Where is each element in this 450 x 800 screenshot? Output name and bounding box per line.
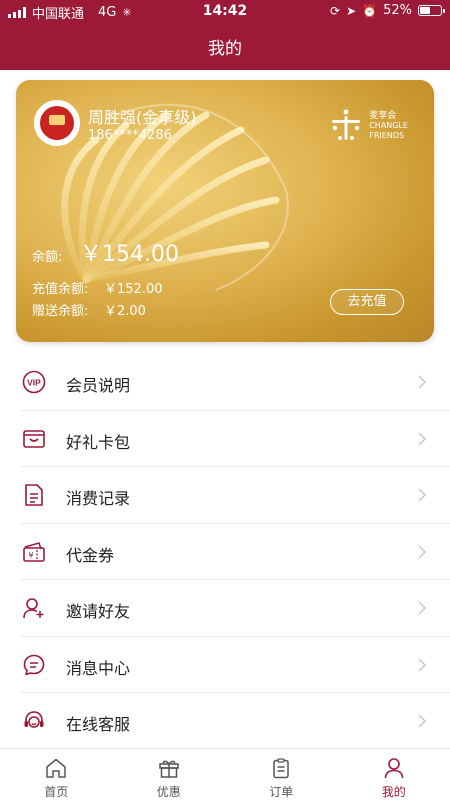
menu-list: VIP 会员说明 好礼卡包 消费记录 ¥ 代金券 邀请好友 消息中心 在线客服 <box>0 354 450 750</box>
avatar[interactable] <box>34 100 80 146</box>
member-card[interactable]: 周胜强(金享级) 186****4286 麦享会 CHANGLE FRIENDS… <box>16 80 434 342</box>
menu-item-label: 代金券 <box>66 545 115 565</box>
rotation-lock-icon: ⟳ <box>330 3 341 18</box>
tab-home[interactable]: 首页 <box>0 749 113 800</box>
menu-item-invite-friends[interactable]: 邀请好友 <box>20 580 450 637</box>
user-icon <box>384 758 404 779</box>
recharge-balance-value: ￥152.00 <box>104 282 163 297</box>
menu-item-vouchers[interactable]: ¥ 代金券 <box>20 524 450 580</box>
balance-label: 余额: <box>32 250 63 265</box>
tab-label: 首页 <box>44 785 69 799</box>
message-icon <box>23 654 45 675</box>
bottom-tab-bar: 首页 优惠 订单 我的 <box>0 748 450 800</box>
menu-item-label: 好礼卡包 <box>66 432 131 452</box>
battery-percent: 52% <box>383 3 412 18</box>
brand-en-2: FRIENDS <box>369 131 405 140</box>
gift-icon <box>159 760 179 778</box>
add-user-icon <box>23 598 44 619</box>
chevron-right-icon <box>418 544 427 559</box>
gift-balance-value: ￥2.00 <box>104 304 146 319</box>
chevron-right-icon <box>418 601 427 615</box>
menu-item-message-center[interactable]: 消息中心 <box>20 637 450 693</box>
clipboard-icon <box>273 758 289 779</box>
battery-icon <box>418 5 445 16</box>
chevron-right-icon <box>418 714 427 728</box>
alarm-icon: ⏰ <box>362 3 378 18</box>
recharge-button[interactable]: 去充值 <box>330 289 404 315</box>
tab-label: 优惠 <box>156 785 181 799</box>
document-icon <box>25 484 43 506</box>
gift-balance-label: 赠送余额: <box>32 304 89 319</box>
voucher-icon: ¥ <box>23 541 45 562</box>
brand-en-1: CHANGLE <box>369 121 408 130</box>
menu-item-vip[interactable]: VIP 会员说明 <box>20 354 450 411</box>
top-bar: 中国联通 4G ✳ 14:42 ⟳ ➤ ⏰ 52% 我的 <box>0 0 450 70</box>
menu-item-consumption-records[interactable]: 消费记录 <box>20 467 450 524</box>
status-bar: 中国联通 4G ✳ 14:42 ⟳ ➤ ⏰ 52% <box>0 0 450 22</box>
chevron-right-icon <box>418 488 427 502</box>
location-icon: ➤ <box>346 3 357 18</box>
menu-item-online-service[interactable]: 在线客服 <box>20 693 450 750</box>
chevron-right-icon <box>418 657 427 672</box>
tab-label: 我的 <box>381 785 406 799</box>
wallet-icon <box>23 429 45 448</box>
customer-service-icon <box>24 711 44 728</box>
balance-value: ￥154.00 <box>80 242 179 267</box>
page-title: 我的 <box>208 39 242 59</box>
tab-orders[interactable]: 订单 <box>225 749 338 800</box>
brand-logo: 麦享会 CHANGLE FRIENDS <box>329 108 408 144</box>
brand-logo-icon <box>332 109 361 140</box>
tab-label: 订单 <box>269 785 294 799</box>
menu-item-label: 消息中心 <box>66 658 131 678</box>
menu-item-label: 在线客服 <box>66 715 131 734</box>
home-icon <box>46 758 66 778</box>
menu-item-label: 会员说明 <box>66 376 131 395</box>
svg-text:¥: ¥ <box>28 551 33 560</box>
tab-mine[interactable]: 我的 <box>338 749 450 800</box>
user-phone: 186****4286 <box>88 128 172 143</box>
tab-offers[interactable]: 优惠 <box>113 749 226 800</box>
menu-item-label: 邀请好友 <box>66 602 131 621</box>
vip-icon: VIP <box>22 370 46 394</box>
user-name: 周胜强(金享级) <box>88 108 197 127</box>
svg-text:VIP: VIP <box>27 378 41 388</box>
menu-item-gift-cards[interactable]: 好礼卡包 <box>20 411 450 467</box>
chevron-right-icon <box>418 375 427 389</box>
menu-item-label: 消费记录 <box>66 489 131 508</box>
recharge-balance-label: 充值余额: <box>32 282 89 297</box>
chevron-right-icon <box>418 431 427 446</box>
brand-cn: 麦享会 <box>369 111 397 121</box>
